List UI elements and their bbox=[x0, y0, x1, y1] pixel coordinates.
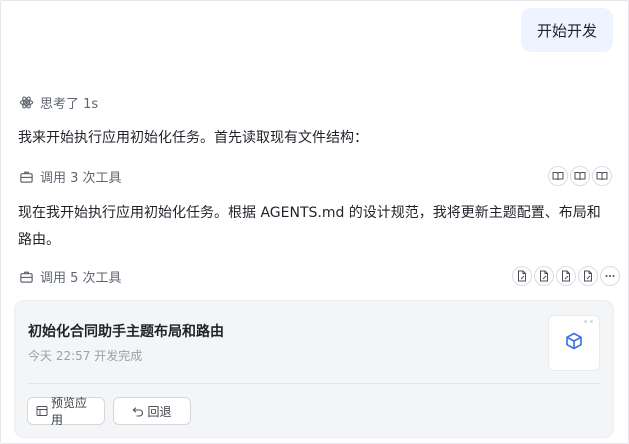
result-card-title: 初始化合同助手主题布局和路由 bbox=[28, 324, 224, 340]
app-thumbnail[interactable] bbox=[548, 315, 600, 371]
preview-app-button[interactable]: 预览应用 bbox=[27, 396, 105, 427]
file-edit-icon[interactable] bbox=[578, 266, 598, 286]
undo-icon bbox=[132, 405, 144, 417]
toolbox-icon bbox=[18, 169, 34, 185]
tool-call-toggle-2[interactable]: 调用 5 次工具 bbox=[18, 267, 122, 286]
tool-call-toggle-1[interactable]: 调用 3 次工具 bbox=[18, 167, 122, 186]
thumbnail-window-dots bbox=[584, 320, 593, 323]
thinking-label: 思考了 1s bbox=[40, 97, 99, 112]
assistant-paragraph-2: 现在我开始执行应用初始化任务。根据 AGENTS.md 的设计规范，我将更新主题… bbox=[18, 205, 601, 248]
user-message-bubble: 开始开发 bbox=[520, 8, 613, 52]
book-icon[interactable] bbox=[570, 166, 590, 186]
tool-call-icons-2 bbox=[512, 266, 620, 286]
more-icon[interactable] bbox=[600, 266, 620, 286]
book-icon[interactable] bbox=[592, 166, 612, 186]
toolbox-icon bbox=[18, 269, 34, 285]
revert-label: 回退 bbox=[147, 404, 172, 419]
file-edit-icon[interactable] bbox=[556, 266, 576, 286]
layout-icon bbox=[36, 405, 48, 417]
tool-call-label-2: 调用 5 次工具 bbox=[40, 271, 122, 286]
preview-app-label: 预览应用 bbox=[51, 396, 88, 427]
result-card-subtitle: 今天 22:57 开发完成 bbox=[28, 349, 143, 363]
thinking-toggle[interactable]: 思考了 1s bbox=[18, 93, 98, 112]
tool-call-label-1: 调用 3 次工具 bbox=[40, 171, 122, 186]
cube-icon bbox=[564, 331, 584, 355]
assistant-paragraph-1: 我来开始执行应用初始化任务。首先读取现有文件结构： bbox=[18, 130, 368, 146]
result-card[interactable]: 初始化合同助手主题布局和路由 今天 22:57 开发完成 预览应用 回退 bbox=[14, 300, 614, 438]
file-edit-icon[interactable] bbox=[512, 266, 532, 286]
book-icon[interactable] bbox=[548, 166, 568, 186]
card-divider bbox=[28, 383, 600, 384]
user-message-text: 开始开发 bbox=[536, 21, 597, 40]
tool-call-icons-1 bbox=[548, 166, 612, 186]
atom-icon bbox=[18, 95, 34, 111]
file-edit-icon[interactable] bbox=[534, 266, 554, 286]
revert-button[interactable]: 回退 bbox=[113, 397, 191, 425]
